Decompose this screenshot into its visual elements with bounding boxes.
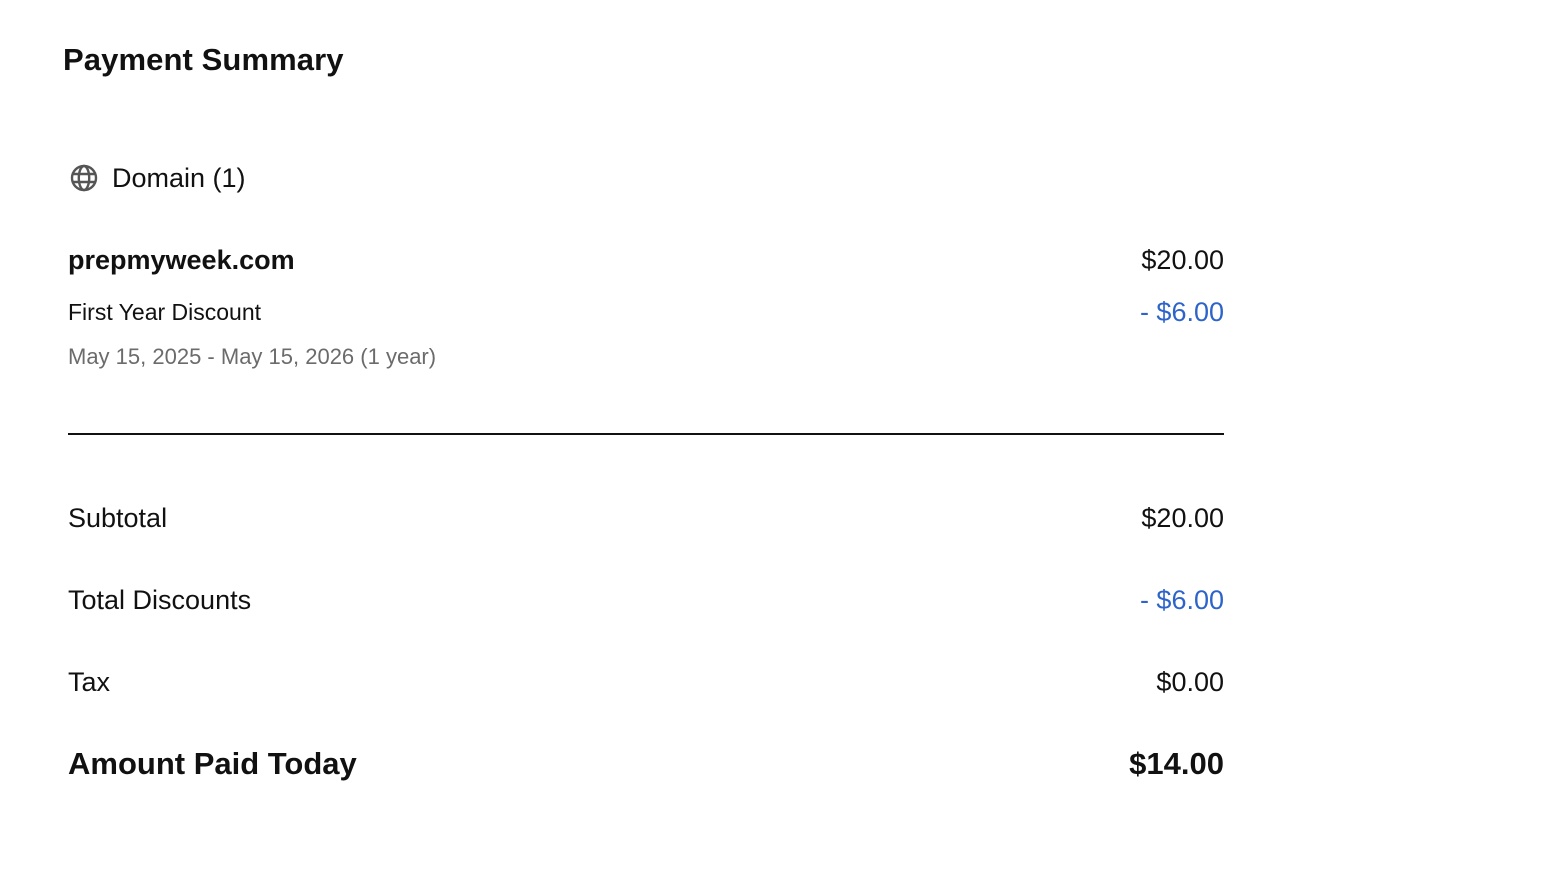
globe-icon bbox=[68, 162, 100, 194]
discount-label: First Year Discount bbox=[68, 298, 262, 325]
domain-line-item: prepmyweek.com $20.00 bbox=[68, 242, 1224, 278]
amount-paid-value: $14.00 bbox=[1129, 746, 1224, 781]
total-discounts-value: - $6.00 bbox=[1139, 584, 1224, 615]
discount-value: - $6.00 bbox=[1139, 296, 1224, 327]
domain-section-header: Domain (1) bbox=[68, 160, 246, 196]
domain-price: $20.00 bbox=[1141, 244, 1224, 275]
domain-section-label: Domain (1) bbox=[112, 163, 246, 193]
subtotal-row: Subtotal $20.00 bbox=[68, 500, 1224, 536]
total-discounts-label: Total Discounts bbox=[68, 584, 252, 615]
amount-paid-label: Amount Paid Today bbox=[68, 746, 357, 781]
domain-name: prepmyweek.com bbox=[68, 244, 295, 275]
subtotal-value: $20.00 bbox=[1141, 502, 1224, 533]
tax-label: Tax bbox=[68, 666, 111, 697]
page-title: Payment Summary bbox=[63, 42, 344, 77]
registration-period: May 15, 2025 - May 15, 2026 (1 year) bbox=[68, 344, 437, 369]
tax-value: $0.00 bbox=[1156, 666, 1224, 697]
subtotal-label: Subtotal bbox=[68, 502, 168, 533]
discount-line-item: First Year Discount - $6.00 bbox=[68, 295, 1224, 329]
total-discounts-row: Total Discounts - $6.00 bbox=[68, 582, 1224, 618]
tax-row: Tax $0.00 bbox=[68, 664, 1224, 700]
divider bbox=[68, 433, 1224, 435]
amount-paid-row: Amount Paid Today $14.00 bbox=[68, 744, 1224, 784]
